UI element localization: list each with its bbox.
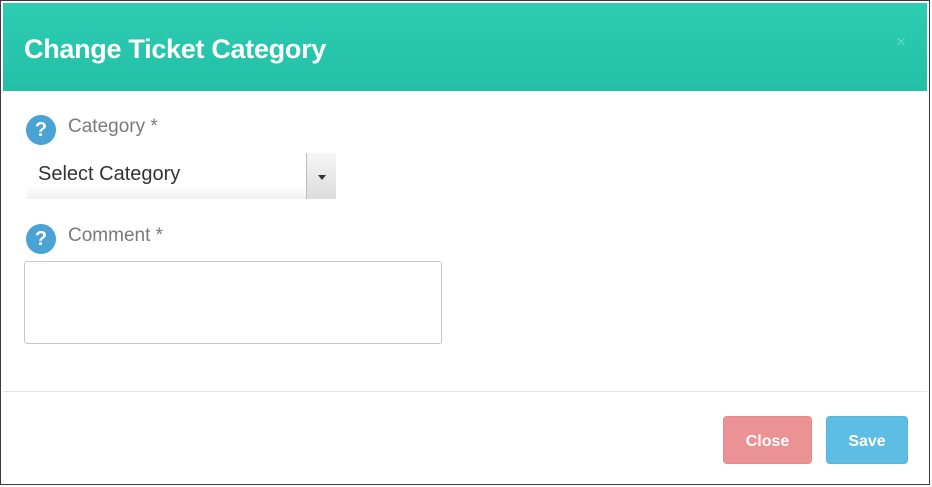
footer-divider: [3, 391, 927, 392]
save-button[interactable]: Save: [826, 416, 908, 464]
caret-down-icon: [318, 175, 326, 180]
close-button[interactable]: Close: [723, 416, 812, 464]
category-select-toggle[interactable]: [306, 153, 336, 199]
category-label-row: ? Category *: [26, 115, 158, 145]
category-label: Category *: [68, 116, 158, 137]
dialog-title: Change Ticket Category: [24, 34, 326, 64]
category-select-value: Select Category: [38, 163, 181, 185]
change-category-dialog: Change Ticket Category ⨯ ? Category * Se…: [0, 0, 930, 485]
dialog-header: Change Ticket Category ⨯: [3, 3, 927, 91]
close-icon[interactable]: ⨯: [891, 35, 911, 49]
question-circle-icon[interactable]: ?: [26, 115, 56, 145]
category-select[interactable]: Select Category: [27, 153, 336, 199]
comment-label: Comment *: [68, 225, 164, 246]
comment-label-row: ? Comment *: [26, 224, 163, 254]
dialog-body: ? Category * Select Category ? Comment *: [3, 91, 927, 391]
question-circle-icon[interactable]: ?: [26, 224, 56, 254]
comment-textarea[interactable]: [24, 261, 442, 344]
